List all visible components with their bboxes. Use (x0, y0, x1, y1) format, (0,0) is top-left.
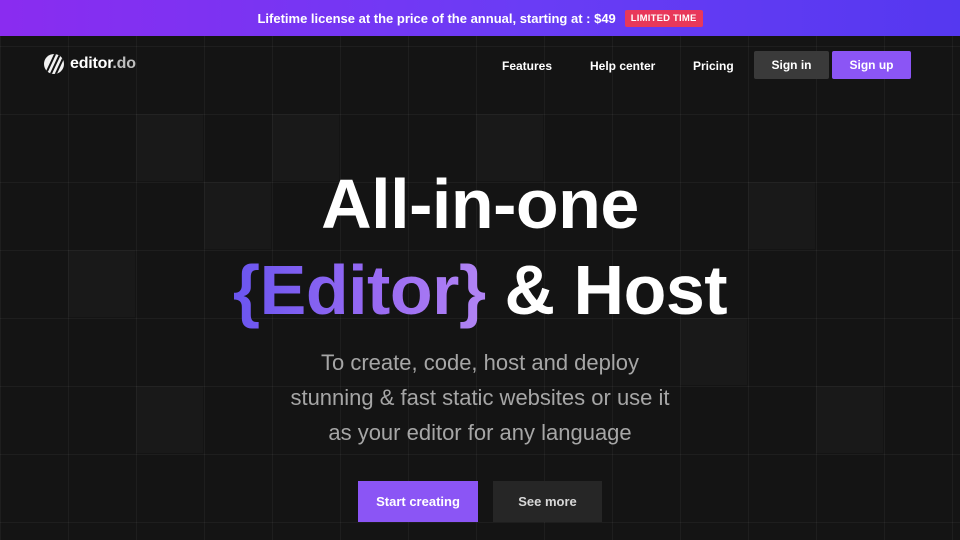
logo-text: editor.do (70, 55, 136, 72)
start-creating-button[interactable]: Start creating (358, 481, 478, 522)
hero-title-rest: & Host (485, 251, 728, 329)
top-navigation: editor.do Features Help center Pricing S… (0, 36, 960, 96)
logo[interactable]: editor.do (44, 54, 136, 74)
promo-text: Lifetime license at the price of the ann… (257, 10, 616, 26)
hero-section: editor.do Features Help center Pricing S… (0, 36, 960, 540)
hero-subtitle-line-1: To create, code, host and deploy (321, 350, 639, 375)
hero-title-line-2: {Editor} & Host (0, 250, 960, 330)
hero-title-line-1: All-in-one (321, 165, 639, 243)
nav-link-pricing[interactable]: Pricing (693, 59, 734, 73)
nav-link-features[interactable]: Features (502, 59, 552, 73)
hero-subtitle-line-3: as your editor for any language (328, 420, 632, 445)
logo-icon (44, 54, 64, 74)
limited-time-badge: LIMITED TIME (624, 9, 703, 27)
promo-banner[interactable]: Lifetime license at the price of the ann… (0, 0, 960, 36)
see-more-button[interactable]: See more (493, 481, 602, 522)
sign-up-button[interactable]: Sign up (832, 51, 911, 79)
hero-title-highlight: {Editor} (232, 251, 486, 329)
hero-subtitle-line-2: stunning & fast static websites or use i… (290, 385, 670, 410)
nav-link-help-center[interactable]: Help center (590, 59, 655, 73)
sign-in-button[interactable]: Sign in (754, 51, 829, 79)
